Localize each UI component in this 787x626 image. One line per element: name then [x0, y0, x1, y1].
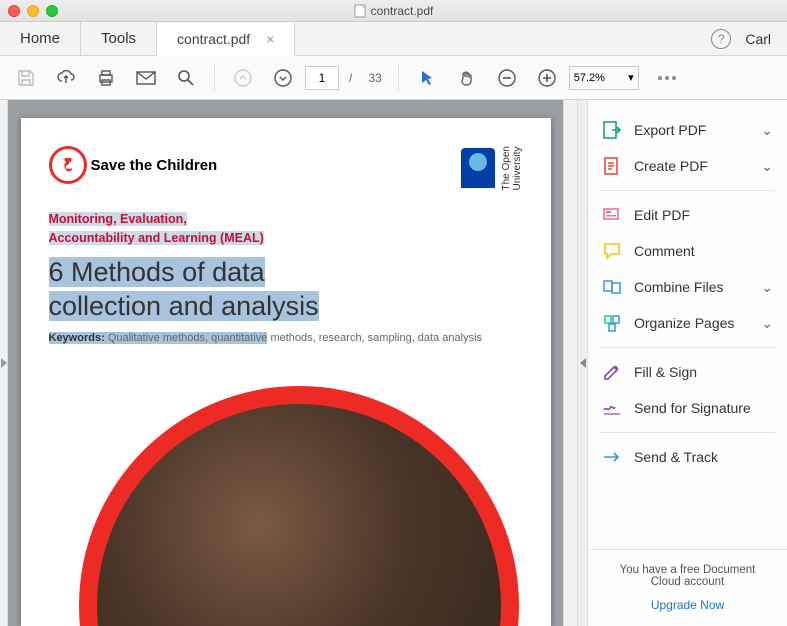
photo-placeholder: 11 12 13: [97, 404, 501, 626]
sidebar-item-label: Edit PDF: [634, 207, 690, 223]
chevron-down-icon: ⌄: [761, 279, 773, 296]
tools-list: Export PDF ⌄ Create PDF ⌄ Edit PDF Comme…: [588, 100, 787, 549]
page-total: 33: [368, 71, 381, 85]
sidebar-item-send-signature[interactable]: Send for Signature: [588, 390, 787, 426]
sidebar-item-label: Send & Track: [634, 449, 718, 465]
sidebar-separator: [600, 432, 775, 433]
hand-tool-icon[interactable]: [449, 60, 485, 96]
tab-tools[interactable]: Tools: [81, 22, 157, 55]
close-window-icon[interactable]: [8, 5, 20, 17]
help-icon[interactable]: ?: [711, 29, 731, 49]
doc-keywords: Keywords: Qualitative methods, quantitat…: [49, 331, 523, 346]
tabbar-right: ? Carl: [711, 29, 787, 49]
page-down-icon[interactable]: [265, 60, 301, 96]
chevron-down-icon: ⌄: [761, 122, 773, 139]
toolbar-separator: [398, 65, 399, 91]
sidebar-item-export-pdf[interactable]: Export PDF ⌄: [588, 112, 787, 148]
ou-shield-icon: [461, 148, 495, 188]
stc-logo-text: Save the Children: [91, 157, 218, 174]
document-viewport[interactable]: Save the Children The Open University Mo…: [8, 100, 563, 626]
comment-icon: [602, 241, 622, 261]
page-separator: /: [349, 71, 352, 85]
sidebar-item-create-pdf[interactable]: Create PDF ⌄: [588, 148, 787, 184]
sidebar-item-label: Organize Pages: [634, 315, 734, 331]
chevron-down-icon: ▾: [628, 71, 634, 84]
window-controls: [8, 5, 58, 17]
doc-header: Save the Children The Open University: [49, 146, 523, 190]
window-titlebar: contract.pdf: [0, 0, 787, 22]
sidebar-footer: You have a free Document Cloud account U…: [588, 549, 787, 626]
zoom-out-icon[interactable]: [489, 60, 525, 96]
combine-files-icon: [602, 277, 622, 297]
page-1: Save the Children The Open University Mo…: [21, 118, 551, 626]
cloud-upload-icon[interactable]: [48, 60, 84, 96]
tab-document-label: contract.pdf: [177, 31, 250, 47]
zoom-select[interactable]: 57.2% ▾: [569, 66, 639, 90]
sidebar-item-fill-sign[interactable]: Fill & Sign: [588, 354, 787, 390]
page-number-input[interactable]: [305, 66, 339, 90]
stc-logo-mark: [49, 146, 87, 184]
window-title: contract.pdf: [371, 4, 434, 18]
tab-home[interactable]: Home: [0, 22, 81, 55]
toolbar: / 33 57.2% ▾: [0, 56, 787, 100]
more-tools-icon[interactable]: [649, 60, 685, 96]
sidebar-item-organize-pages[interactable]: Organize Pages ⌄: [588, 305, 787, 341]
tab-home-label: Home: [20, 30, 60, 47]
page-up-icon[interactable]: [225, 60, 261, 96]
ou-logo-text: The Open University: [501, 146, 523, 190]
tab-tools-label: Tools: [101, 30, 136, 47]
sidebar-item-label: Create PDF: [634, 158, 708, 174]
fill-sign-icon: [602, 362, 622, 382]
edit-pdf-icon: [602, 205, 622, 225]
sidebar-item-combine-files[interactable]: Combine Files ⌄: [588, 269, 787, 305]
search-icon[interactable]: [168, 60, 204, 96]
sidebar-item-edit-pdf[interactable]: Edit PDF: [588, 197, 787, 233]
left-panel-toggle[interactable]: [0, 100, 8, 626]
sidebar-item-label: Combine Files: [634, 279, 723, 295]
doc-subtitle: Monitoring, Evaluation, Accountability a…: [49, 210, 523, 248]
save-icon[interactable]: [8, 60, 44, 96]
sidebar-item-label: Comment: [634, 243, 695, 259]
selection-tool-icon[interactable]: [409, 60, 445, 96]
organize-pages-icon: [602, 313, 622, 333]
sidebar-item-label: Send for Signature: [634, 400, 751, 416]
send-track-icon: [602, 447, 622, 467]
doc-hero-image: 11 12 13: [49, 386, 551, 626]
right-panel-toggle[interactable]: [577, 100, 587, 626]
send-signature-icon: [602, 398, 622, 418]
print-icon[interactable]: [88, 60, 124, 96]
tab-close-icon[interactable]: ×: [266, 31, 274, 47]
tools-sidebar: Export PDF ⌄ Create PDF ⌄ Edit PDF Comme…: [587, 100, 787, 626]
title-center: contract.pdf: [0, 4, 787, 18]
doc-title: 6 Methods of data collection and analysi…: [49, 256, 523, 324]
sidebar-separator: [600, 190, 775, 191]
zoom-value: 57.2%: [574, 72, 605, 84]
red-circle-frame: 11 12 13: [79, 386, 519, 626]
minimize-window-icon[interactable]: [27, 5, 39, 17]
pdf-file-icon: [354, 4, 366, 18]
sidebar-item-comment[interactable]: Comment: [588, 233, 787, 269]
toolbar-separator: [214, 65, 215, 91]
export-pdf-icon: [602, 120, 622, 140]
vertical-scrollbar[interactable]: [563, 100, 577, 626]
tab-document[interactable]: contract.pdf ×: [157, 23, 295, 56]
footer-text: You have a free Document Cloud account: [620, 564, 756, 588]
sidebar-separator: [600, 347, 775, 348]
open-university-logo: The Open University: [461, 146, 523, 190]
sidebar-item-send-track[interactable]: Send & Track: [588, 439, 787, 475]
email-icon[interactable]: [128, 60, 164, 96]
zoom-in-icon[interactable]: [529, 60, 565, 96]
zoom-window-icon[interactable]: [46, 5, 58, 17]
content-area: Save the Children The Open University Mo…: [0, 100, 787, 626]
user-menu[interactable]: Carl: [745, 31, 771, 47]
save-the-children-logo: Save the Children: [49, 146, 218, 184]
tab-bar: Home Tools contract.pdf × ? Carl: [0, 22, 787, 56]
create-pdf-icon: [602, 156, 622, 176]
upgrade-link[interactable]: Upgrade Now: [604, 598, 771, 612]
chevron-down-icon: ⌄: [761, 315, 773, 332]
sidebar-item-label: Fill & Sign: [634, 364, 697, 380]
chevron-down-icon: ⌄: [761, 158, 773, 175]
sidebar-item-label: Export PDF: [634, 122, 706, 138]
